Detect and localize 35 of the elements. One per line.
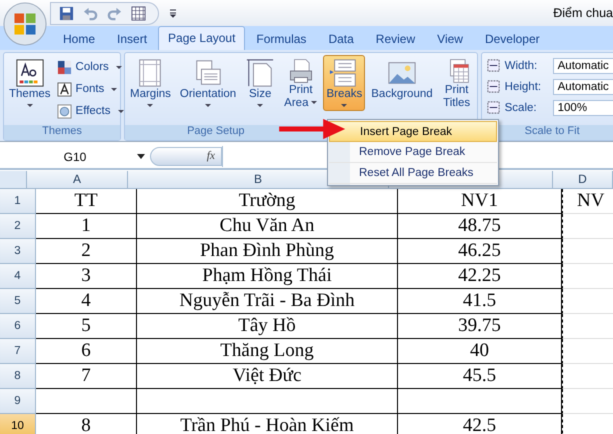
table-cell: NV1 (398, 189, 562, 214)
table-cell: 3 (36, 264, 137, 289)
table-cell: 1 (36, 214, 137, 239)
field-label: Height: (504, 80, 542, 92)
table-cell: 48.75 (398, 214, 562, 239)
table-cell: Trần Phú - Hoàn Kiếm (137, 414, 398, 434)
table-cell: 8 (36, 414, 137, 434)
table-cell: Việt Đức (137, 364, 398, 389)
table-cell: 45.5 (398, 364, 562, 389)
table-cell: 46.25 (398, 239, 562, 264)
table-cell: 42.25 (398, 264, 562, 289)
table-cell: 6 (36, 339, 137, 364)
table-cell: 5 (36, 314, 137, 339)
table-cell: Phan Đình Phùng (137, 239, 398, 264)
group-label: Page Setup (187, 125, 245, 137)
table-cell: 40 (398, 339, 562, 364)
table-cell: 41.5 (398, 289, 562, 314)
window-title: Điểm chua (553, 6, 613, 20)
table-cell: 4 (36, 289, 137, 314)
field-label: Width: (504, 60, 538, 72)
table-cell: NV (562, 189, 613, 214)
table-cell: 7 (36, 364, 137, 389)
group-label: Scale to Fit (524, 125, 580, 137)
table-cell: Tây Hồ (137, 314, 398, 339)
table-cell: 42.5 (398, 414, 562, 434)
table-cell: Thăng Long (137, 339, 398, 364)
field-label: Scale: (504, 102, 538, 114)
table-cell: Phạm Hồng Thái (137, 264, 398, 289)
table-cell: Trường (137, 189, 398, 214)
table-cell: TT (36, 189, 137, 214)
table-cell: Nguyễn Trãi - Ba Đình (137, 289, 398, 314)
table-cell: 39.75 (398, 314, 562, 339)
group-label: Themes (42, 125, 82, 137)
table-cell: Chu Văn An (137, 214, 398, 239)
table-cell: 2 (36, 239, 137, 264)
